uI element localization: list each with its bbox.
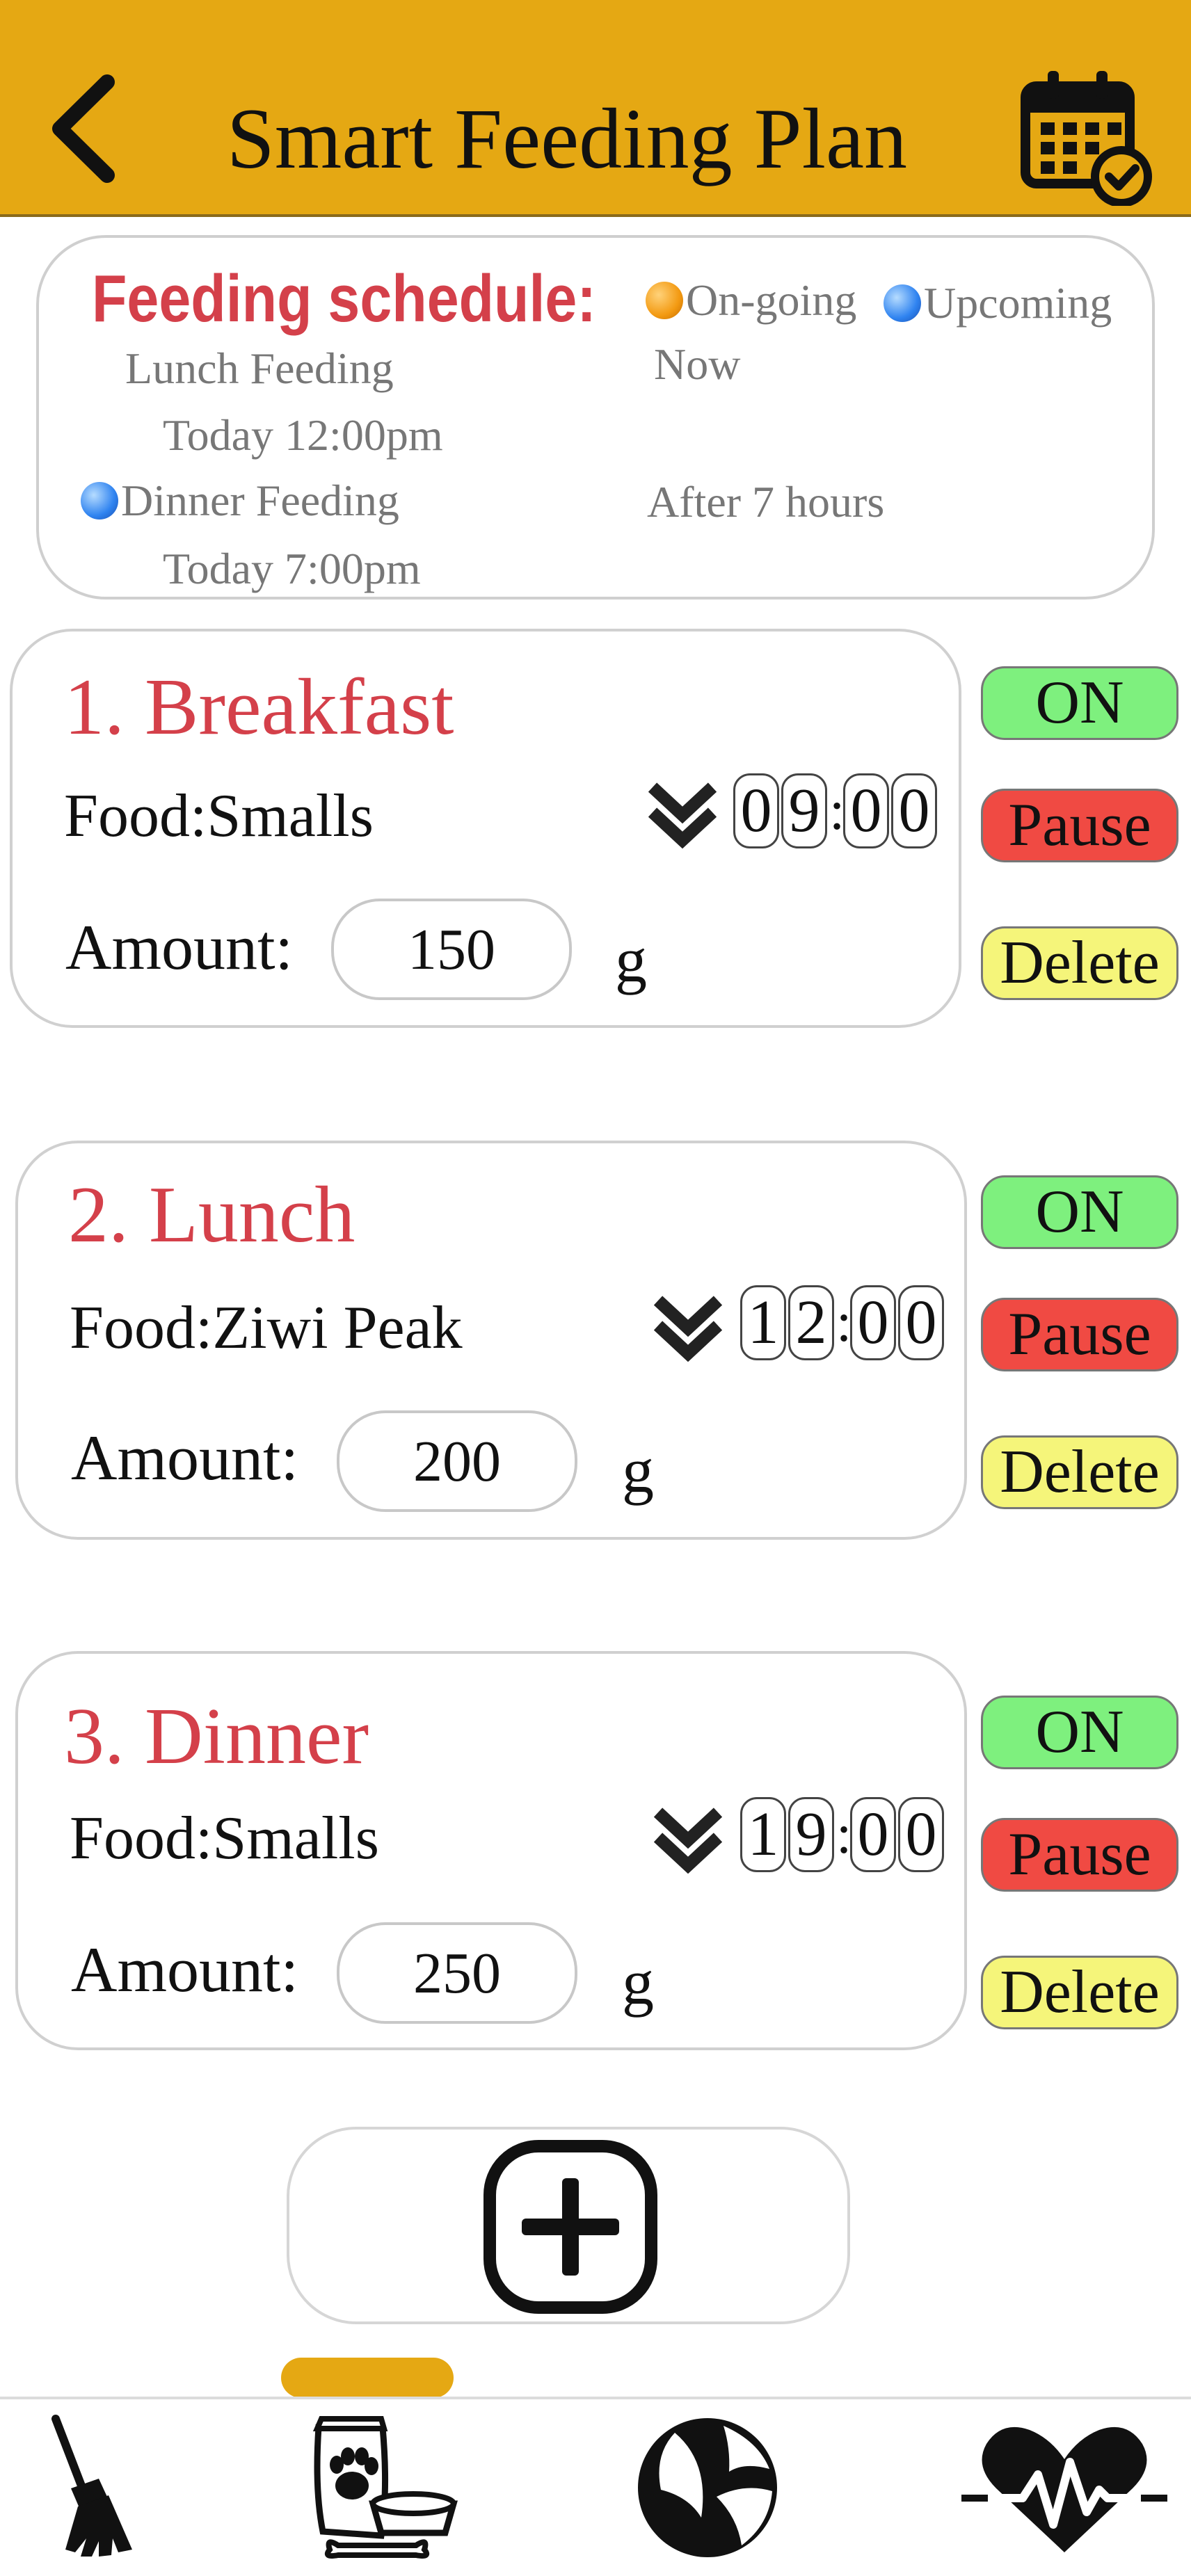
schedule-item-time: Today 7:00pm — [163, 544, 421, 593]
meal-food: Food:Smalls — [64, 782, 374, 850]
meal-title: 2. Lunch — [68, 1170, 355, 1259]
on-button[interactable]: ON — [981, 1175, 1178, 1249]
delete-button[interactable]: Delete — [981, 926, 1178, 1000]
time-digit: 0 — [898, 1285, 944, 1360]
nav-tab-health[interactable] — [960, 2420, 1169, 2563]
delete-button[interactable]: Delete — [981, 1435, 1178, 1509]
bottom-nav-divider — [0, 2397, 1191, 2399]
legend-ongoing-label: On-going — [686, 275, 857, 325]
time-dropdown[interactable] — [650, 1288, 726, 1368]
amount-label: Amount: — [71, 1934, 299, 2005]
time-digit: 0 — [898, 1797, 944, 1872]
time-digit: 0 — [843, 773, 889, 848]
page-title: Smart Feeding Plan — [226, 91, 908, 186]
schedule-item-time: Today 12:00pm — [163, 410, 443, 460]
pause-button[interactable]: Pause — [981, 789, 1178, 862]
legend-ongoing: On-going — [646, 273, 856, 328]
heartbeat-icon — [961, 2426, 1167, 2552]
calendar-check-icon — [1021, 71, 1152, 207]
on-button[interactable]: ON — [981, 666, 1178, 740]
blue-dot-icon — [81, 482, 118, 520]
time-digit: 0 — [891, 773, 937, 848]
time-separator: : — [829, 780, 845, 842]
schedule-item-status: After 7 hours — [647, 477, 885, 526]
add-meal-button[interactable] — [481, 2138, 660, 2316]
chevron-double-down-icon — [653, 1296, 723, 1362]
amount-unit: g — [622, 1435, 654, 1506]
time-digit: 0 — [733, 773, 779, 848]
nav-tab-play[interactable] — [633, 2413, 782, 2566]
time-digit: 2 — [788, 1285, 834, 1360]
time-separator: : — [836, 1292, 852, 1353]
time-digit: 9 — [788, 1797, 834, 1872]
schedule-item-name: Dinner Feeding — [81, 473, 399, 529]
plus-square-icon — [483, 2140, 657, 2314]
time-digit: 1 — [740, 1285, 786, 1360]
pause-button[interactable]: Pause — [981, 1298, 1178, 1371]
schedule-item-name: Lunch Feeding — [125, 344, 394, 393]
chevron-double-down-icon — [653, 1808, 723, 1874]
chevron-left-icon — [52, 74, 115, 183]
calendar-button[interactable] — [1017, 67, 1156, 207]
amount-unit: g — [615, 924, 647, 995]
broom-icon — [51, 2415, 132, 2557]
feeding-schedule-title: Feeding schedule: — [92, 261, 596, 336]
active-tab-indicator — [281, 2358, 454, 2398]
legend-upcoming: Upcoming — [884, 275, 1112, 331]
amount-label: Amount: — [71, 1422, 299, 1493]
nav-tab-cleaning[interactable] — [35, 2413, 139, 2563]
meal-food: Food:Smalls — [70, 1805, 379, 1872]
schedule-item-status: Now — [654, 339, 741, 389]
time-dropdown[interactable] — [644, 775, 721, 855]
pet-food-icon — [312, 2416, 458, 2559]
orange-dot-icon — [646, 282, 683, 319]
amount-input[interactable]: 250 — [337, 1922, 577, 2024]
on-button[interactable]: ON — [981, 1696, 1178, 1769]
time-picker[interactable]: 1 9 : 0 0 — [740, 1796, 946, 1874]
time-picker[interactable]: 1 2 : 0 0 — [740, 1284, 946, 1362]
time-digit: 1 — [740, 1797, 786, 1872]
amount-input[interactable]: 200 — [337, 1410, 577, 1512]
pause-button[interactable]: Pause — [981, 1818, 1178, 1892]
back-button[interactable] — [43, 70, 127, 188]
ball-icon — [638, 2418, 777, 2557]
meal-food: Food:Ziwi Peak — [70, 1294, 463, 1362]
blue-dot-icon — [884, 284, 921, 322]
amount-unit: g — [622, 1947, 654, 2018]
time-digit: 0 — [850, 1285, 896, 1360]
legend-upcoming-label: Upcoming — [924, 278, 1112, 328]
amount-label: Amount: — [65, 912, 294, 983]
nav-tab-feeding[interactable] — [298, 2413, 465, 2563]
time-dropdown[interactable] — [650, 1800, 726, 1880]
time-separator: : — [836, 1804, 852, 1865]
time-picker[interactable]: 0 9 : 0 0 — [733, 772, 939, 850]
meal-title: 3. Dinner — [64, 1692, 369, 1781]
meal-title: 1. Breakfast — [64, 663, 454, 752]
amount-input[interactable]: 150 — [331, 899, 572, 1000]
delete-button[interactable]: Delete — [981, 1956, 1178, 2029]
time-digit: 9 — [781, 773, 827, 848]
schedule-item-name-label: Dinner Feeding — [121, 476, 399, 525]
chevron-double-down-icon — [648, 782, 717, 849]
time-digit: 0 — [850, 1797, 896, 1872]
